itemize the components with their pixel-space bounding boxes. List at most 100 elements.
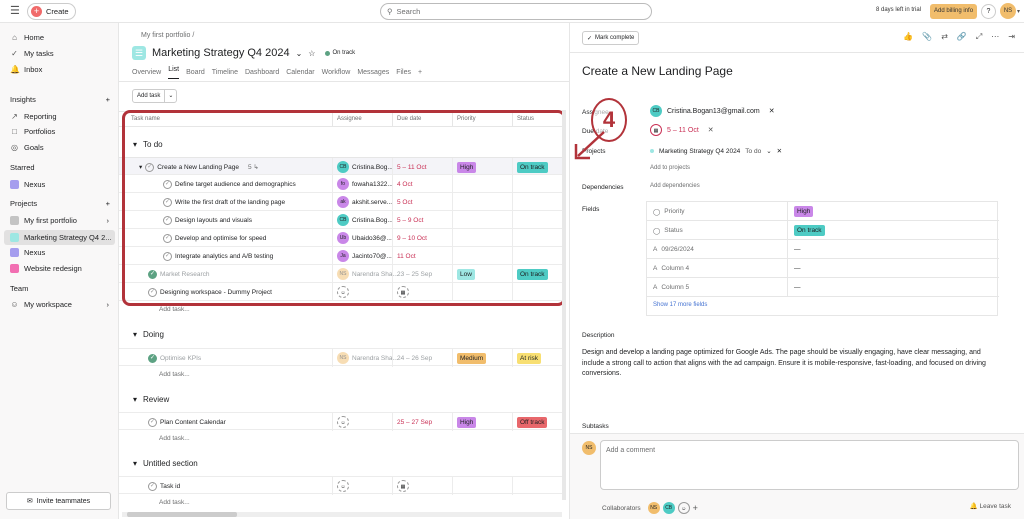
chevron-down-icon[interactable]: ▾	[1017, 8, 1020, 15]
priority-cell[interactable]: High	[452, 413, 477, 431]
tab-calendar[interactable]: Calendar	[286, 66, 314, 79]
add-billing-button[interactable]: Add billing info	[930, 4, 978, 19]
help-button[interactable]: ?	[981, 4, 996, 19]
add-task-button[interactable]: Add task ⌄	[132, 89, 178, 103]
add-tab-icon[interactable]: +	[418, 66, 422, 79]
star-icon[interactable]: ☆	[308, 49, 315, 58]
horizontal-scrollbar[interactable]	[122, 512, 562, 517]
breadcrumb[interactable]: My first portfolio /	[141, 32, 194, 39]
field-value[interactable]: On track	[787, 221, 825, 240]
check-circle-icon[interactable]: ✓	[148, 481, 157, 491]
assignee-cell[interactable]: ☺	[332, 477, 349, 495]
tab-files[interactable]: Files	[396, 66, 411, 79]
add-task-link[interactable]: Add task...	[159, 306, 190, 313]
link-icon[interactable]: 🔗	[957, 32, 967, 42]
tab-timeline[interactable]: Timeline	[212, 66, 238, 79]
status-cell[interactable]	[512, 477, 517, 495]
leave-task-button[interactable]: 🔔 Leave task	[970, 502, 1011, 510]
user-icon[interactable]: ☺	[677, 502, 690, 514]
sidebar-item-my-first-portfolio[interactable]: My first portfolio ›	[4, 213, 115, 228]
field-row[interactable]: A 09/26/2024 —	[647, 240, 999, 259]
table-row[interactable]: ✓ Task id ☺ ▦	[119, 476, 564, 495]
field-row[interactable]: A Column 4 —	[647, 259, 999, 278]
sidebar-item-home[interactable]: ⌂ Home	[4, 30, 115, 45]
close-pane-icon[interactable]: ⇥	[1008, 32, 1015, 42]
add-task-link[interactable]: Add task...	[159, 435, 190, 442]
sidebar-item-nexus-starred[interactable]: Nexus	[4, 177, 115, 192]
tab-list[interactable]: List	[168, 66, 180, 79]
field-row[interactable]: ◯ Priority High	[647, 202, 999, 221]
sidebar-item-portfolios[interactable]: □ Portfolios	[4, 124, 115, 139]
add-to-projects-link[interactable]: Add to projects	[650, 165, 690, 171]
expand-icon[interactable]: ⤢	[976, 32, 982, 42]
tab-board[interactable]: Board	[186, 66, 205, 79]
mark-complete-button[interactable]: ✓ Mark complete	[582, 31, 640, 45]
add-collaborator-icon[interactable]: +	[693, 503, 698, 513]
sidebar-item-my-workspace[interactable]: ☺ My workspace ›	[4, 297, 115, 312]
task-name-cell[interactable]: ✓ Task id	[144, 477, 180, 495]
tab-dashboard[interactable]: Dashboard	[245, 66, 279, 79]
add-dependencies-link[interactable]: Add dependencies	[650, 183, 700, 189]
attachment-icon[interactable]: 📎	[922, 32, 932, 42]
chevron-down-icon[interactable]: ⌄	[296, 49, 303, 58]
comment-input[interactable]: Add a comment	[600, 440, 1019, 490]
task-title[interactable]: Create a New Landing Page	[582, 64, 733, 78]
close-icon[interactable]: ✕	[769, 107, 775, 115]
sidebar-item-marketing-strategy[interactable]: Marketing Strategy Q4 2...	[4, 230, 115, 245]
due-date-cell[interactable]: 25 – 27 Sep	[392, 413, 432, 431]
table-row[interactable]: ✓ Plan Content Calendar ☺ 25 – 27 Sep Hig…	[119, 412, 564, 431]
avatar[interactable]: NS	[1000, 3, 1016, 19]
due-date-field[interactable]: ▦ 5 – 11 Oct ✕	[650, 124, 714, 136]
subtask-icon[interactable]: ⇄	[941, 32, 948, 42]
status-cell[interactable]: At risk	[512, 349, 542, 367]
tab-overview[interactable]: Overview	[132, 66, 161, 79]
create-button[interactable]: + Create	[27, 3, 76, 20]
status-cell[interactable]: Off track	[512, 413, 548, 431]
section-doing[interactable]: ▾ Doing	[133, 330, 164, 339]
sidebar-item-nexus[interactable]: Nexus	[4, 245, 115, 260]
vertical-scrollbar[interactable]	[562, 110, 566, 500]
avatar[interactable]: CB	[662, 502, 675, 514]
tab-workflow[interactable]: Workflow	[322, 66, 351, 79]
field-value[interactable]: High	[787, 202, 814, 221]
section-review[interactable]: ▾ Review	[133, 395, 169, 404]
check-circle-icon[interactable]: ✓	[148, 353, 157, 363]
add-icon[interactable]: +	[106, 95, 110, 104]
sidebar-item-goals[interactable]: ◎ Goals	[4, 140, 115, 155]
scrollbar-thumb[interactable]	[127, 512, 237, 517]
task-name-cell[interactable]: ✓ Plan Content Calendar	[144, 413, 226, 431]
sidebar-item-inbox[interactable]: 🔔 Inbox	[4, 62, 115, 77]
priority-cell[interactable]: Medium	[452, 349, 487, 367]
priority-cell[interactable]	[452, 477, 457, 495]
check-circle-icon[interactable]: ✓	[148, 417, 157, 427]
field-value[interactable]: —	[787, 259, 801, 278]
assignee-field[interactable]: CB Cristina.Bogan13@gmail.com ✕	[650, 105, 775, 117]
chevron-down-icon[interactable]: ▾	[133, 459, 137, 468]
sidebar-item-my-tasks[interactable]: ✓ My tasks	[4, 46, 115, 61]
like-icon[interactable]: 👍	[903, 32, 913, 42]
field-row[interactable]: ◯ Status On track	[647, 221, 999, 240]
assignee-cell[interactable]: NS Narendra Sha...	[332, 349, 398, 367]
invite-teammates-button[interactable]: ✉ Invite teammates	[6, 492, 111, 510]
field-value[interactable]: —	[787, 240, 801, 259]
sidebar-item-reporting[interactable]: ↗ Reporting	[4, 109, 115, 124]
add-task-link[interactable]: Add task...	[159, 499, 190, 506]
description-text[interactable]: Design and develop a landing page optimi…	[582, 348, 1002, 380]
tab-messages[interactable]: Messages	[357, 66, 389, 79]
field-value[interactable]: —	[787, 278, 801, 297]
task-name-cell[interactable]: ✓ Optimise KPIs	[144, 349, 201, 367]
table-row[interactable]: ✓ Optimise KPIs NS Narendra Sha... 24 – 26…	[119, 348, 564, 367]
due-date-cell[interactable]: 24 – 26 Sep	[392, 349, 432, 367]
close-icon[interactable]: ✕	[708, 126, 714, 134]
chevron-down-icon[interactable]: ⌄	[766, 147, 771, 155]
avatar[interactable]: NS	[647, 502, 660, 514]
page-title[interactable]: Marketing Strategy Q4 2024	[152, 47, 290, 59]
assignee-cell[interactable]: ☺	[332, 413, 349, 431]
field-row[interactable]: A Column 5 —	[647, 278, 999, 297]
show-more-fields-link[interactable]: Show 17 more fields	[653, 302, 707, 308]
chevron-down-icon[interactable]: ▾	[133, 395, 137, 404]
project-field[interactable]: Marketing Strategy Q4 2024 To do ⌄ ✕	[650, 147, 782, 155]
chevron-down-icon[interactable]: ▾	[133, 330, 137, 339]
add-icon[interactable]: +	[106, 199, 110, 208]
close-icon[interactable]: ✕	[777, 147, 782, 155]
